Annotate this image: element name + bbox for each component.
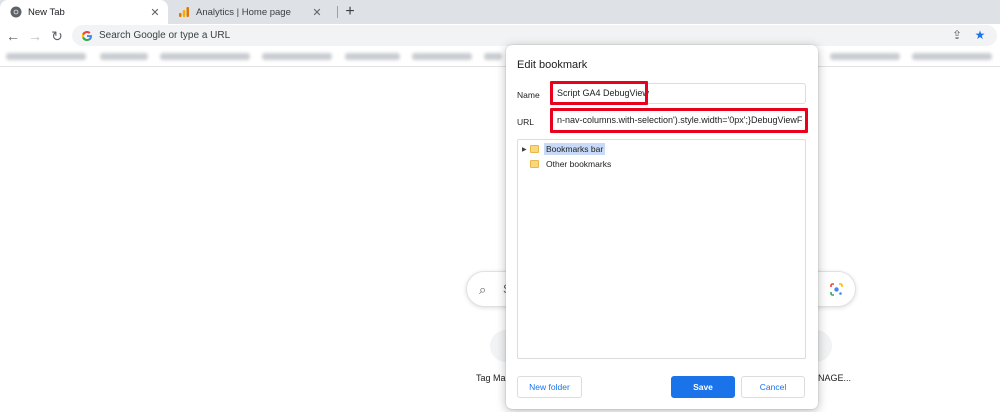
save-button[interactable]: Save: [671, 376, 735, 398]
close-icon[interactable]: ✕: [310, 5, 324, 19]
shortcut-label: NAGE...: [818, 373, 852, 383]
bookmark-item[interactable]: [912, 53, 992, 60]
folder-label: Other bookmarks: [546, 159, 612, 169]
edit-bookmark-dialog: Edit bookmark Name Script GA4 DebugView …: [506, 45, 818, 409]
bookmark-item[interactable]: [345, 53, 400, 60]
cancel-button[interactable]: Cancel: [741, 376, 805, 398]
tab-strip: New Tab ✕ Analytics | Home page ✕ +: [0, 0, 1000, 24]
folder-icon: [530, 160, 539, 168]
tab-divider: [337, 6, 338, 18]
forward-icon[interactable]: →: [26, 27, 44, 45]
name-label: Name: [517, 90, 540, 100]
omnibox[interactable]: Search Google or type a URL: [72, 25, 997, 46]
reload-icon[interactable]: ↻: [48, 27, 66, 45]
bookmark-star-icon[interactable]: ★: [972, 27, 988, 43]
tab-new-tab[interactable]: New Tab ✕: [0, 0, 168, 24]
folder-other-bookmarks[interactable]: Other bookmarks: [530, 158, 613, 170]
toolbar: ← → ↻ Search Google or type a URL ⇪ ★: [0, 24, 1000, 47]
bookmark-item[interactable]: [262, 53, 332, 60]
folder-bookmarks-bar[interactable]: ▶ Bookmarks bar: [522, 143, 606, 155]
google-icon: [81, 30, 92, 41]
bookmark-item[interactable]: [412, 53, 472, 60]
bookmark-item[interactable]: [160, 53, 250, 60]
shortcut-label: Tag Ma: [476, 373, 506, 383]
expand-arrow-icon[interactable]: ▶: [522, 146, 530, 153]
bookmark-item[interactable]: [484, 53, 502, 60]
share-icon[interactable]: ⇪: [949, 27, 965, 43]
chrome-icon: [10, 6, 22, 18]
folder-label: Bookmarks bar: [544, 143, 606, 155]
search-icon: ⌕: [479, 282, 487, 297]
bookmark-item[interactable]: [830, 53, 900, 60]
bookmarks-bar: [0, 47, 1000, 67]
folder-tree[interactable]: ▶ Bookmarks bar Other bookmarks: [517, 139, 806, 359]
url-label: URL: [517, 117, 535, 127]
bookmark-item[interactable]: [100, 53, 148, 60]
dialog-title: Edit bookmark: [517, 59, 588, 71]
new-tab-button[interactable]: +: [341, 3, 359, 21]
analytics-icon: [178, 6, 190, 18]
folder-icon: [530, 145, 539, 153]
back-icon[interactable]: ←: [4, 27, 22, 45]
tab-analytics[interactable]: Analytics | Home page ✕: [168, 0, 330, 24]
omnibox-placeholder: Search Google or type a URL: [99, 30, 231, 41]
lens-icon[interactable]: [828, 281, 845, 298]
name-highlight-box: [550, 81, 648, 105]
bookmark-item[interactable]: [6, 53, 86, 60]
tab-title: Analytics | Home page: [196, 6, 291, 18]
url-highlight-box: [550, 108, 808, 133]
close-icon[interactable]: ✕: [148, 5, 162, 19]
new-folder-button[interactable]: New folder: [517, 376, 582, 398]
tab-title: New Tab: [28, 6, 65, 18]
